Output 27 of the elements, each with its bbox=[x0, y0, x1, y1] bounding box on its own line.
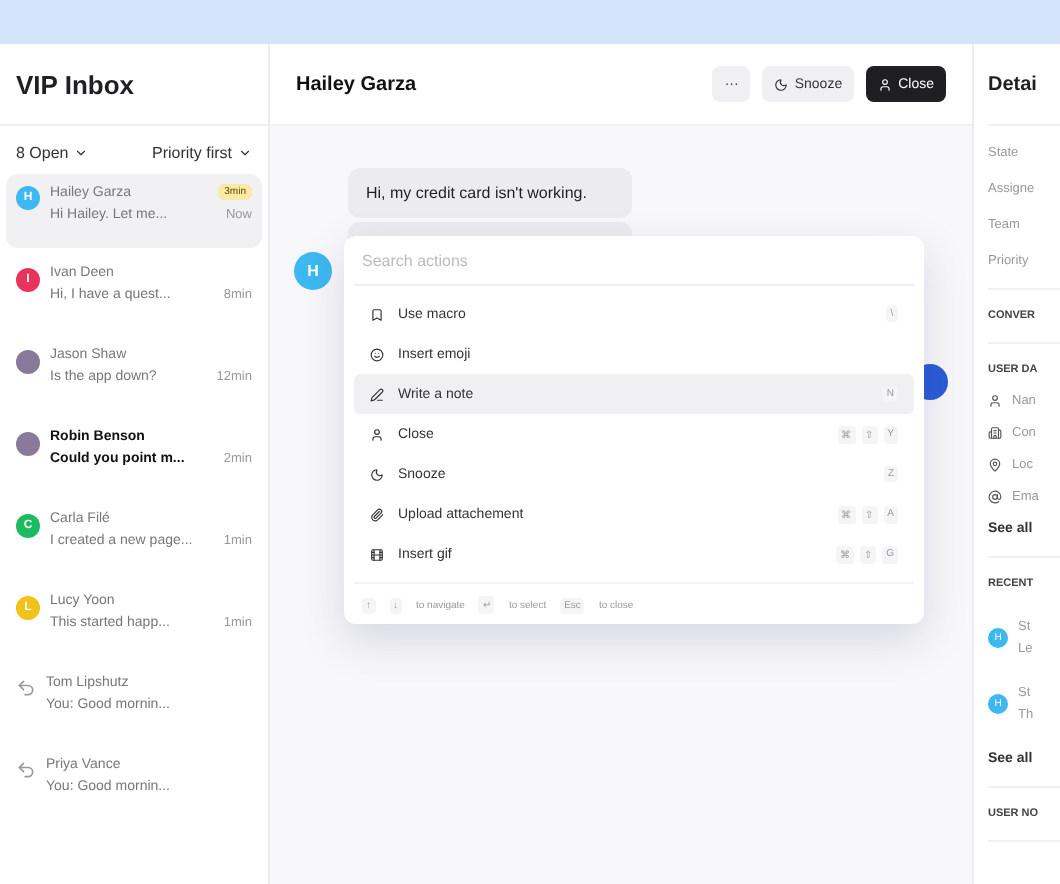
message-bubble: Hi, my credit card isn't working. bbox=[348, 168, 632, 218]
open-filter-dropdown[interactable]: 8 Open bbox=[16, 144, 89, 162]
details-title: Detai bbox=[988, 44, 1060, 126]
search-field[interactable]: Search actions bbox=[354, 236, 914, 286]
smiley-icon bbox=[370, 347, 384, 361]
reply-icon bbox=[16, 760, 36, 780]
person-icon bbox=[878, 77, 893, 91]
conversation-title: Hailey Garza bbox=[296, 73, 417, 95]
inbox-title: VIP Inbox bbox=[0, 44, 268, 126]
paperclip-icon bbox=[370, 507, 384, 521]
pen-icon bbox=[370, 387, 384, 401]
moon-icon bbox=[370, 467, 384, 481]
chevron-down-icon bbox=[238, 146, 252, 160]
customer-avatar: H bbox=[294, 252, 332, 290]
at-sign-icon bbox=[988, 490, 1002, 504]
bookmark-icon bbox=[370, 307, 384, 321]
sort-dropdown[interactable]: Priority first bbox=[152, 144, 252, 162]
avatar-photo-placeholder bbox=[16, 432, 40, 456]
person-icon bbox=[370, 427, 384, 441]
film-icon bbox=[370, 547, 384, 561]
reply-icon bbox=[16, 678, 36, 698]
chevron-down-icon bbox=[74, 146, 89, 160]
avatar-photo-placeholder bbox=[16, 350, 40, 374]
moon-icon bbox=[774, 77, 789, 91]
person-icon bbox=[988, 394, 1002, 408]
location-pin-icon bbox=[988, 458, 1002, 472]
building-icon bbox=[988, 426, 1002, 440]
